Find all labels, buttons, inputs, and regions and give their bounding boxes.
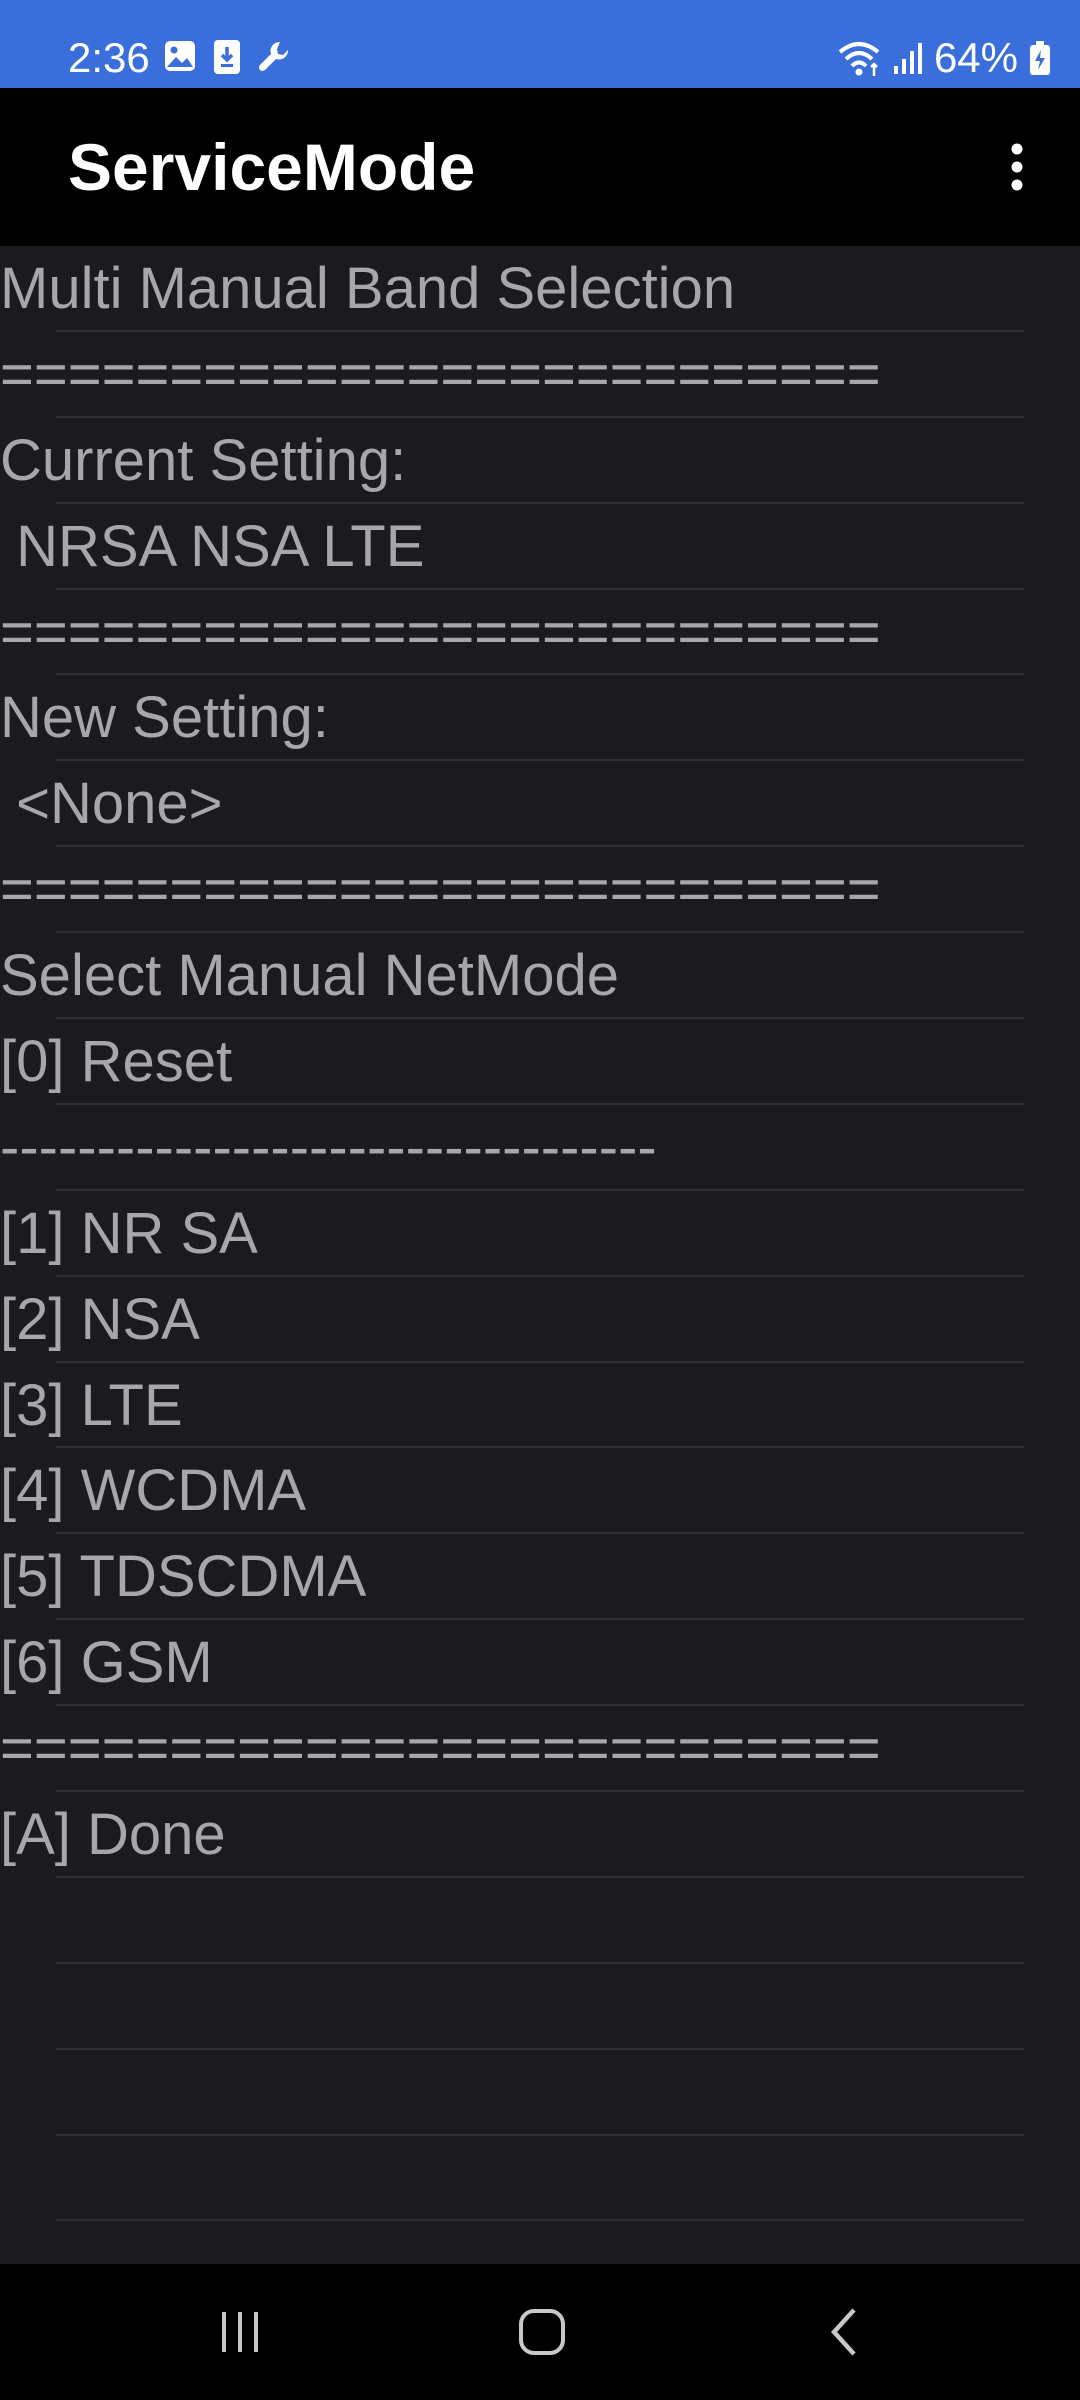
more-options-button[interactable] [982, 132, 1052, 202]
status-bar: 2:36 64% [0, 0, 1080, 88]
menu-line-text: <None> [0, 771, 223, 837]
menu-option-reset[interactable]: [0] Reset [0, 1019, 1080, 1105]
service-menu-list: Multi Manual Band Selection ============… [0, 246, 1080, 2264]
menu-line-new-setting-value: <None> [0, 761, 1080, 848]
menu-option-gsm[interactable]: [6] GSM [0, 1620, 1080, 1707]
app-title: ServiceMode [68, 130, 476, 204]
back-button[interactable] [804, 2292, 884, 2372]
menu-line-separator: ========================== [0, 847, 1080, 934]
menu-line-empty [0, 1878, 1080, 1964]
menu-line-current-setting-value: NRSA NSA LTE [0, 504, 1080, 590]
menu-line-text: [6] GSM [0, 1630, 213, 1696]
menu-line-separator: ========================== [0, 590, 1080, 676]
menu-line-text: [2] NSA [0, 1286, 200, 1352]
menu-option-nr-sa[interactable]: [1] NR SA [0, 1191, 1080, 1277]
download-icon [214, 40, 240, 74]
menu-line-text: ========================== [0, 341, 881, 407]
navigation-bar [0, 2264, 1080, 2400]
gallery-icon [165, 41, 195, 71]
menu-line-text: [5] TDSCDMA [0, 1544, 367, 1610]
menu-line-current-setting-label: Current Setting: [0, 418, 1080, 504]
menu-line-text: [3] LTE [0, 1372, 183, 1438]
menu-option-tdscdma[interactable]: [5] TDSCDMA [0, 1534, 1080, 1621]
menu-line-empty [0, 2136, 1080, 2222]
back-icon [830, 2308, 856, 2356]
menu-line-text: [1] NR SA [0, 1200, 258, 1266]
status-time: 2:36 [68, 34, 150, 81]
menu-line-text: [0] Reset [0, 1029, 233, 1095]
menu-line-text: ========================== [0, 599, 881, 665]
menu-line-new-setting-label: New Setting: [0, 675, 1080, 762]
menu-line-empty [0, 1964, 1080, 2050]
system-status-icons: 64% [836, 30, 1052, 86]
menu-line-text: NRSA NSA LTE [0, 513, 425, 579]
menu-line-text: Current Setting: [0, 427, 407, 493]
menu-option-wcdma[interactable]: [4] WCDMA [0, 1448, 1080, 1535]
more-vert-icon [1011, 143, 1023, 191]
menu-line-section-header: Select Manual NetMode [0, 933, 1080, 1019]
app-bar: ServiceMode [0, 88, 1080, 246]
menu-line-text: Multi Manual Band Selection [0, 256, 736, 321]
signal-icon [893, 43, 922, 74]
menu-line-text: New Setting: [0, 685, 329, 751]
home-button[interactable] [502, 2292, 582, 2372]
menu-line-text: [A] Done [0, 1802, 226, 1868]
menu-line-title: Multi Manual Band Selection [0, 246, 1080, 332]
recent-apps-icon [222, 2312, 258, 2352]
menu-line-text: [4] WCDMA [0, 1458, 307, 1524]
wifi-icon [838, 42, 880, 76]
menu-option-nsa[interactable]: [2] NSA [0, 1277, 1080, 1363]
menu-line-separator: ========================== [0, 332, 1080, 418]
battery-percent: 64% [933, 34, 1018, 81]
menu-option-done[interactable]: [A] Done [0, 1792, 1080, 1878]
menu-line-separator: ========================== [0, 1706, 1080, 1792]
recent-apps-button[interactable] [200, 2292, 280, 2372]
menu-option-lte[interactable]: [3] LTE [0, 1363, 1080, 1449]
menu-line-text: Select Manual NetMode [0, 943, 619, 1009]
menu-line-empty [0, 2050, 1080, 2136]
notification-icons [162, 38, 294, 76]
wrench-icon [258, 41, 289, 72]
menu-line-text: ========================== [0, 857, 881, 923]
home-icon [519, 2309, 565, 2355]
battery-charging-icon [1030, 41, 1050, 75]
menu-line-text: ========================== [0, 1716, 881, 1782]
menu-line-text: ---------------------------------- [0, 1114, 657, 1180]
menu-line-dash-separator: ---------------------------------- [0, 1105, 1080, 1191]
